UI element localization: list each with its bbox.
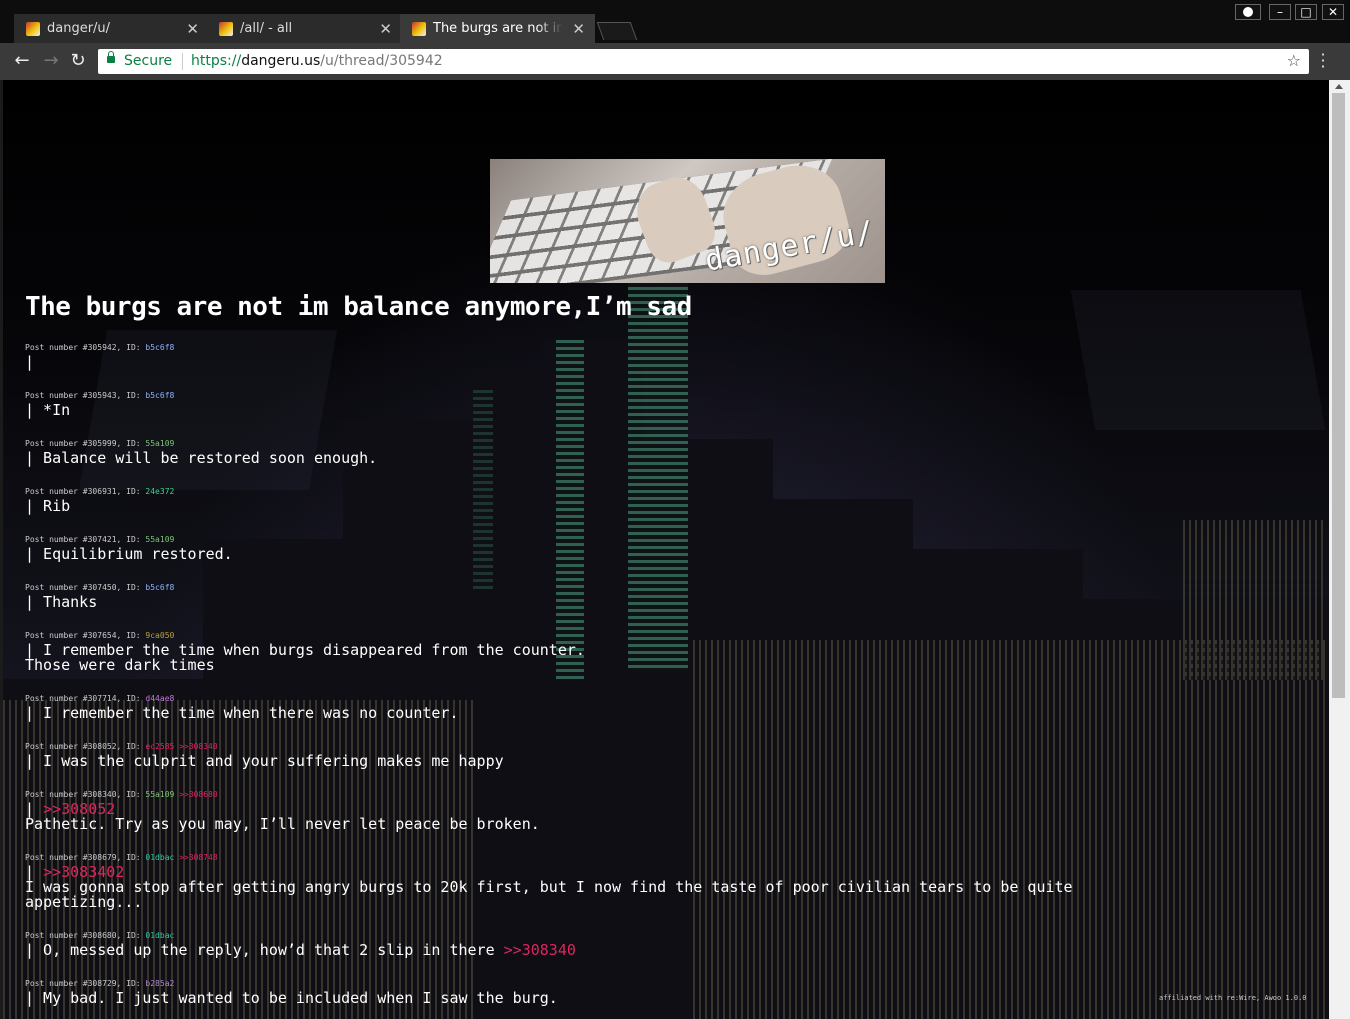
user-id[interactable]: ec2585 (145, 742, 174, 751)
page-viewport: danger/u/ The burgs are not im balance a… (3, 80, 1329, 1019)
reply-link[interactable]: >>308680 (174, 790, 218, 799)
back-arrow-icon[interactable]: ← (11, 50, 33, 72)
browser-toolbar: ← → ↻ Secure https://dangeru.us/u/thread… (0, 43, 1350, 80)
post-meta: Post number #308729, ID: b285a2 (25, 979, 175, 988)
maximize-icon[interactable]: □ (1295, 4, 1317, 20)
board-banner-image[interactable]: danger/u/ (490, 159, 885, 283)
post-body: | I remember the time when there was no … (25, 704, 459, 722)
post-meta: Post number #305942, ID: b5c6f8 (25, 343, 175, 352)
user-id[interactable]: d44ae8 (145, 694, 174, 703)
post-307714: Post number #307714, ID: d44ae8 | I reme… (25, 694, 458, 721)
user-id[interactable]: b5c6f8 (145, 391, 174, 400)
tab-title: The burgs are not im balance anymore,I'm… (433, 21, 563, 36)
post-308729: Post number #308729, ID: b285a2 | My bad… (25, 979, 558, 1006)
user-id[interactable]: 55a109 (145, 535, 174, 544)
post-meta: Post number #307654, ID: 9ca050 (25, 631, 175, 640)
post-body: | (25, 353, 35, 371)
close-icon[interactable]: ✕ (572, 20, 585, 38)
post-body-line: Those were dark times (25, 656, 215, 674)
post-body: I was gonna stop after getting angry bur… (25, 878, 1073, 896)
post-meta: Post number #308052, ID: ec2585 >>308340 (25, 742, 218, 751)
user-id[interactable]: 9ca050 (145, 631, 174, 640)
post-body: | Thanks (25, 593, 98, 611)
post-meta: Post number #307714, ID: d44ae8 (25, 694, 175, 703)
window-close-icon[interactable]: ✕ (1322, 4, 1344, 20)
user-id[interactable]: 01dbac (145, 853, 174, 862)
favicon-icon (412, 22, 426, 36)
favicon-icon (26, 22, 40, 36)
reload-icon[interactable]: ↻ (67, 50, 89, 72)
post-meta: Post number #305943, ID: b5c6f8 (25, 391, 175, 400)
reply-link[interactable]: >>308340 (174, 742, 218, 751)
reply-link[interactable]: >>308748 (174, 853, 218, 862)
profile-icon[interactable] (1235, 4, 1261, 20)
user-id[interactable]: 24e372 (145, 487, 174, 496)
bookmark-star-icon[interactable]: ☆ (1287, 51, 1301, 70)
footer-credit: affiliated with re:Wire, Awoo 1.0.0 (1159, 994, 1307, 1002)
post-meta: Post number #307450, ID: b5c6f8 (25, 583, 175, 592)
browser-tabstrip: danger/u/ ✕ /all/ - all ✕ The burgs are … (0, 0, 1350, 44)
user-id[interactable]: b5c6f8 (145, 583, 174, 592)
post-meta: Post number #306931, ID: 24e372 (25, 487, 175, 496)
post-307654: Post number #307654, ID: 9ca050 | I reme… (25, 631, 585, 673)
post-body: | Rib (25, 497, 71, 515)
tab-all[interactable]: /all/ - all ✕ (207, 14, 402, 44)
post-meta: Post number #308340, ID: 55a109 >>308680 (25, 790, 218, 799)
post-meta: Post number #308679, ID: 01dbac >>308748 (25, 853, 218, 862)
quote-link[interactable]: >>308340 (504, 941, 576, 959)
post-meta: Post number #308680, ID: 01dbac (25, 931, 175, 940)
favicon-icon (219, 22, 233, 36)
minimize-icon[interactable]: – (1269, 4, 1291, 20)
tab-title: danger/u/ (47, 21, 111, 36)
post-meta: Post number #307421, ID: 55a109 (25, 535, 175, 544)
post-body: | My bad. I just wanted to be included w… (25, 989, 558, 1007)
new-tab-button[interactable] (596, 22, 638, 40)
post-305999: Post number #305999, ID: 55a109 | Balanc… (25, 439, 377, 466)
forward-arrow-icon[interactable]: → (40, 50, 62, 72)
post-body: | *In (25, 401, 71, 419)
post-307450: Post number #307450, ID: b5c6f8 | Thanks (25, 583, 174, 610)
url-text[interactable]: https://dangeru.us/u/thread/305942 (191, 53, 443, 69)
menu-kebab-icon[interactable]: · · · (1318, 47, 1328, 75)
post-body: | I was the culprit and your suffering m… (25, 752, 504, 770)
page-scrollbar[interactable] (1329, 80, 1350, 1019)
tab-title: /all/ - all (240, 21, 293, 36)
lock-icon (107, 51, 115, 63)
user-id[interactable]: b285a2 (145, 979, 174, 988)
post-308679: Post number #308679, ID: 01dbac >>308748… (25, 853, 1073, 910)
user-id[interactable]: b5c6f8 (145, 343, 174, 352)
post-308052: Post number #308052, ID: ec2585 >>308340… (25, 742, 504, 769)
post-308340: Post number #308340, ID: 55a109 >>308680… (25, 790, 540, 832)
post-308680: Post number #308680, ID: 01dbac | O, mes… (25, 931, 576, 958)
user-id[interactable]: 55a109 (145, 790, 174, 799)
post-body: | Balance will be restored soon enough. (25, 449, 378, 467)
post-305943: Post number #305943, ID: b5c6f8 | *In (25, 391, 174, 418)
post-306931: Post number #306931, ID: 24e372 | Rib (25, 487, 174, 514)
divider (182, 53, 183, 70)
post-305942: Post number #305942, ID: b5c6f8 | (25, 343, 174, 370)
user-id[interactable]: 01dbac (145, 931, 174, 940)
scroll-up-icon[interactable] (1335, 84, 1343, 89)
tab-danger-u[interactable]: danger/u/ ✕ (14, 14, 209, 44)
post-body: Pathetic. Try as you may, I’ll never let… (25, 815, 540, 833)
thread-title: The burgs are not im balance anymore,I’m… (25, 292, 692, 322)
post-307421: Post number #307421, ID: 55a109 | Equili… (25, 535, 233, 562)
user-id[interactable]: 55a109 (145, 439, 174, 448)
scrollbar-thumb[interactable] (1332, 93, 1345, 698)
post-meta: Post number #305999, ID: 55a109 (25, 439, 175, 448)
close-icon[interactable]: ✕ (379, 20, 392, 38)
address-bar[interactable]: Secure https://dangeru.us/u/thread/30594… (98, 49, 1309, 74)
tab-active-thread[interactable]: The burgs are not im balance anymore,I'm… (400, 14, 595, 44)
post-body: | O, messed up the reply, how’d that 2 s… (25, 941, 576, 959)
post-body-line: appetizing... (25, 893, 143, 911)
post-body: | Equilibrium restored. (25, 545, 233, 563)
secure-label: Secure (124, 53, 173, 69)
close-icon[interactable]: ✕ (186, 20, 199, 38)
